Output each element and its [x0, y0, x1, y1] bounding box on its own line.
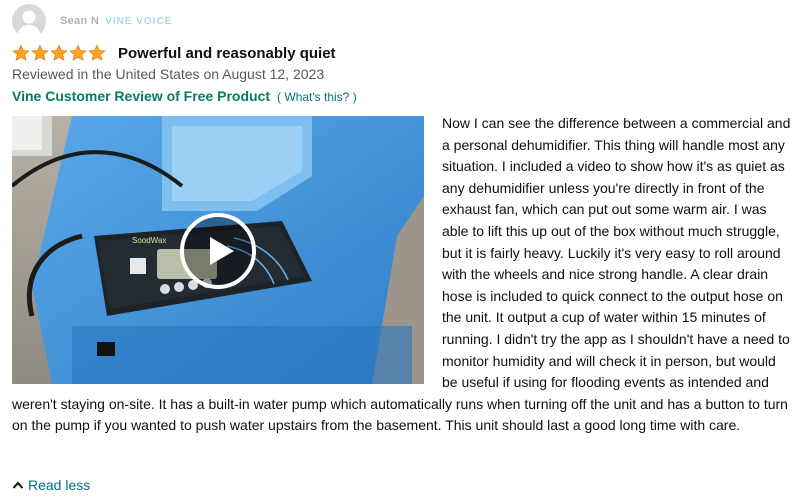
chevron-up-icon: [12, 480, 24, 490]
user-silhouette-icon: [17, 10, 41, 38]
star-icon: [50, 44, 68, 61]
star-icon: [12, 44, 30, 61]
vine-program-label: Vine Customer Review of Free Product: [12, 88, 271, 104]
vine-voice-badge: VINE VOICE: [105, 15, 173, 27]
review-date: Reviewed in the United States on August …: [12, 66, 325, 82]
star-icon: [88, 44, 106, 61]
read-less-label: Read less: [28, 477, 91, 493]
review-title-row: Powerful and reasonably quiet: [12, 42, 336, 64]
star-rating[interactable]: [12, 44, 106, 62]
star-icon: [31, 44, 49, 61]
whats-this-label: What's this?: [284, 90, 350, 104]
review-body-container: Now I can see the difference between a c…: [12, 113, 794, 437]
reviewer-header: Sean N VINE VOICE: [12, 4, 172, 38]
star-icon: [69, 44, 87, 61]
read-less-link[interactable]: Read less: [12, 477, 90, 493]
review-title[interactable]: Powerful and reasonably quiet: [118, 45, 336, 62]
avatar[interactable]: [12, 4, 46, 38]
vine-program-row: Vine Customer Review of Free Product ( W…: [12, 88, 357, 104]
whats-this-link[interactable]: ( What's this? ): [277, 90, 357, 104]
reviewer-name[interactable]: Sean N: [60, 15, 99, 27]
video-spacer: [12, 113, 442, 375]
